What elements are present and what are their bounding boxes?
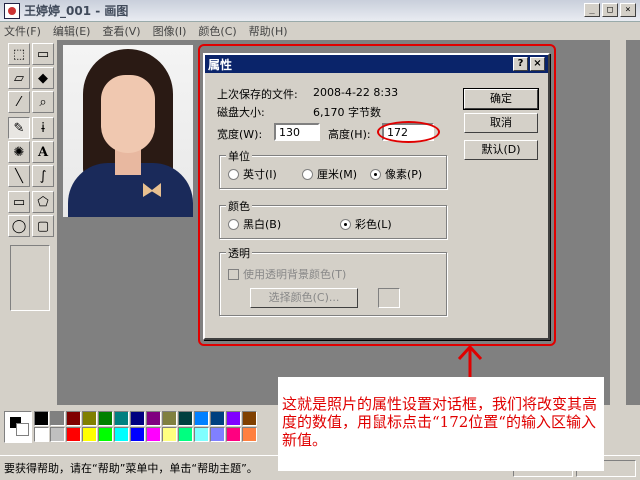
menu-edit[interactable]: 编辑(E): [53, 23, 91, 39]
palette-swatch[interactable]: [178, 427, 193, 442]
color-picker-tool[interactable]: ⁄: [8, 91, 30, 113]
palette-swatch[interactable]: [130, 411, 145, 426]
palette-swatch[interactable]: [114, 427, 129, 442]
airbrush-tool[interactable]: ✺: [8, 141, 30, 163]
curve-tool[interactable]: ∫: [32, 165, 54, 187]
palette-swatch[interactable]: [130, 427, 145, 442]
background-color: [16, 423, 29, 436]
polygon-tool[interactable]: ⬠: [32, 191, 54, 213]
palette-swatch[interactable]: [66, 411, 81, 426]
fill-icon: ◆: [38, 70, 48, 86]
magnifier-tool[interactable]: ⌕: [32, 91, 54, 113]
menu-file[interactable]: 文件(F): [4, 23, 41, 39]
status-text: 要获得帮助，请在“帮助”菜单中，单击“帮助主题”。: [4, 462, 258, 475]
annotation-arrow-icon: [457, 344, 483, 377]
palette-swatch[interactable]: [114, 411, 129, 426]
menu-bar: 文件(F) 编辑(E) 查看(V) 图像(I) 颜色(C) 帮助(H): [0, 22, 640, 40]
palette-swatch[interactable]: [162, 411, 177, 426]
text-tool[interactable]: A: [32, 141, 54, 163]
palette-swatch[interactable]: [226, 427, 241, 442]
menu-view[interactable]: 查看(V): [102, 23, 140, 39]
annotation-note: 这就是照片的属性设置对话框，我们将改变其高度的数值，用鼠标点击“172位置“的输…: [278, 377, 604, 471]
curve-icon: ∫: [39, 168, 47, 184]
annotation-dialog-outline: [198, 44, 556, 346]
palette-swatch[interactable]: [226, 411, 241, 426]
palette-swatch[interactable]: [82, 427, 97, 442]
color-picker-icon: ⁄: [17, 94, 21, 110]
tool-options-panel[interactable]: [10, 245, 50, 311]
window-title: 王婷婷_001 - 画图: [24, 4, 129, 18]
rect-select-tool[interactable]: ▭: [32, 43, 54, 65]
portrait-photo[interactable]: [63, 45, 193, 217]
free-select-tool[interactable]: ⬚: [8, 43, 30, 65]
free-select-icon: ⬚: [12, 46, 26, 62]
maximize-button[interactable]: □: [602, 3, 618, 17]
palette-swatch[interactable]: [194, 411, 209, 426]
polygon-icon: ⬠: [37, 194, 49, 210]
palette-swatch[interactable]: [98, 427, 113, 442]
palette-swatch[interactable]: [210, 427, 225, 442]
menu-colors[interactable]: 颜色(C): [198, 23, 236, 39]
palette-swatch[interactable]: [98, 411, 113, 426]
magnifier-icon: ⌕: [39, 94, 47, 110]
text-icon: A: [37, 144, 49, 160]
palette-swatch[interactable]: [50, 411, 65, 426]
rect-select-icon: ▭: [36, 46, 50, 62]
vertical-scrollbar[interactable]: [610, 40, 626, 405]
palette-swatch[interactable]: [146, 411, 161, 426]
palette-swatch[interactable]: [162, 427, 177, 442]
rectangle-tool[interactable]: ▭: [8, 191, 30, 213]
palette-swatch[interactable]: [242, 427, 257, 442]
brush-icon: ɨ: [41, 120, 45, 136]
palette-swatch[interactable]: [66, 427, 81, 442]
toolbox: ⬚ ▭ ▱ ◆ ⁄ ⌕ ✎ ɨ ✺ A ╲ ∫ ▭ ⬠ ◯ ▢: [0, 40, 58, 405]
paint-app-icon: [4, 2, 20, 19]
palette-swatch[interactable]: [178, 411, 193, 426]
current-colors[interactable]: [4, 411, 32, 443]
window-titlebar: 王婷婷_001 - 画图 _ □ ×: [0, 0, 640, 22]
eraser-icon: ▱: [14, 70, 24, 86]
rectangle-icon: ▭: [12, 194, 26, 210]
eraser-tool[interactable]: ▱: [8, 67, 30, 89]
pencil-tool[interactable]: ✎: [8, 117, 30, 139]
annotation-note-text: 这就是照片的属性设置对话框，我们将改变其高度的数值，用鼠标点击“172位置“的输…: [282, 395, 598, 449]
minimize-button[interactable]: _: [584, 3, 600, 17]
ellipse-icon: ◯: [11, 218, 27, 234]
palette-swatch[interactable]: [50, 427, 65, 442]
palette-swatch[interactable]: [82, 411, 97, 426]
fill-tool[interactable]: ◆: [32, 67, 54, 89]
palette-swatch[interactable]: [194, 427, 209, 442]
menu-help[interactable]: 帮助(H): [249, 23, 288, 39]
rounded-rect-icon: ▢: [36, 218, 50, 234]
airbrush-icon: ✺: [13, 144, 25, 160]
rounded-rect-tool[interactable]: ▢: [32, 215, 54, 237]
annotation-height-ellipse: [377, 121, 440, 143]
line-icon: ╲: [15, 168, 23, 184]
line-tool[interactable]: ╲: [8, 165, 30, 187]
photo-face: [101, 75, 155, 153]
palette-swatch[interactable]: [34, 411, 49, 426]
menu-image[interactable]: 图像(I): [153, 23, 187, 39]
ellipse-tool[interactable]: ◯: [8, 215, 30, 237]
close-window-button[interactable]: ×: [620, 3, 636, 17]
palette-swatch[interactable]: [34, 427, 49, 442]
pencil-icon: ✎: [13, 120, 25, 136]
palette-swatch[interactable]: [242, 411, 257, 426]
palette-swatch[interactable]: [146, 427, 161, 442]
palette-swatch[interactable]: [210, 411, 225, 426]
brush-tool[interactable]: ɨ: [32, 117, 54, 139]
